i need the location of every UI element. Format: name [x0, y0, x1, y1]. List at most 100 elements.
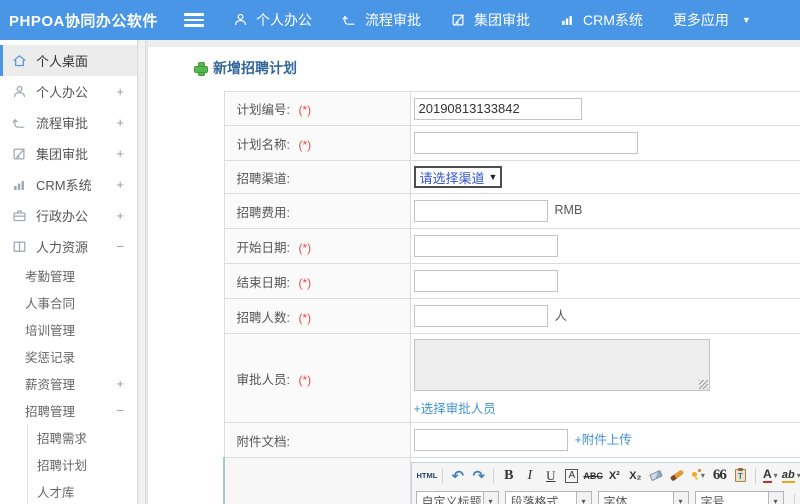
channel-select[interactable]: 请选择渠道 ▼ — [413, 166, 503, 188]
headcount-unit: 人 — [554, 308, 568, 323]
process-icon — [12, 115, 27, 130]
sidebar-item-label: 招聘需求 — [37, 432, 88, 446]
sidebar-item-label: 集团审批 — [36, 147, 89, 162]
end-date-label: 结束日期: — [236, 275, 290, 290]
main-panel: 新增招聘计划 计划编号: (*) 计划名称: (*) 招聘渠道: — [147, 40, 800, 504]
plan-no-label: 计划编号: — [236, 103, 290, 117]
italic-button[interactable]: I — [520, 466, 539, 486]
font-size-select-arrow[interactable]: ▾ — [768, 491, 784, 504]
page-title-text: 新增招聘计划 — [213, 60, 297, 76]
sidebar-item-CRM系统[interactable]: CRM系统 + — [0, 169, 137, 200]
font-color-button[interactable]: A ▾ — [761, 466, 780, 486]
superscript-button[interactable]: X² — [605, 466, 624, 486]
sidebar-item-培训管理[interactable]: 培训管理 — [0, 316, 137, 343]
resize-handle[interactable] — [698, 380, 708, 389]
plan-no-input[interactable] — [413, 97, 582, 120]
required-mark: (*) — [298, 310, 312, 325]
paragraph-format-select[interactable]: 段落格式 — [504, 491, 577, 504]
start-date-input[interactable] — [413, 235, 558, 257]
required-mark: (*) — [298, 240, 312, 255]
undo-button[interactable]: ↶ — [448, 466, 467, 486]
topnav-item-更多应用[interactable]: 更多应用 ▼ — [658, 0, 766, 40]
collapse-icon: − — [116, 403, 124, 418]
custom-heading-select-arrow[interactable]: ▾ — [483, 491, 499, 504]
collapse-icon: − — [116, 239, 124, 254]
topnav-item-label: 更多应用 — [672, 12, 729, 28]
sidebar-item-考勤管理[interactable]: 考勤管理 — [0, 262, 137, 289]
sidebar-item-个人办公[interactable]: 个人办公 + — [0, 76, 137, 107]
html-source-button[interactable]: HTML — [417, 466, 438, 486]
topnav-item-label: 集团审批 — [474, 12, 530, 28]
font-family-select-arrow[interactable]: ▾ — [673, 491, 689, 504]
sidebar-item-个人桌面[interactable]: 个人桌面 — [0, 45, 137, 76]
sidebar-item-label: 招聘计划 — [37, 459, 88, 473]
paintbrush-button[interactable] — [668, 466, 687, 486]
custom-heading-select[interactable]: 自定义标题 — [415, 491, 484, 504]
toolbar-separator — [442, 467, 444, 484]
user-icon — [12, 84, 27, 99]
sidebar-item-label: CRM系统 — [36, 178, 92, 193]
sidebar-scrollbar[interactable] — [139, 40, 146, 504]
expand-icon: + — [116, 208, 124, 223]
eraser-button[interactable] — [647, 466, 666, 486]
paragraph-format-select-arrow[interactable]: ▾ — [576, 491, 592, 504]
topnav-item-CRM系统[interactable]: CRM系统 — [545, 0, 658, 40]
form-row-attachment: 附件文档: +附件上传 — [223, 422, 800, 458]
topnav-item-集团审批[interactable]: 集团审批 — [436, 0, 545, 40]
subscript-button[interactable]: X₂ — [626, 466, 645, 486]
sidebar-item-招聘管理[interactable]: 招聘管理 − — [0, 397, 137, 424]
sidebar-item-label: 人才库 — [37, 486, 75, 500]
end-date-input[interactable] — [413, 270, 558, 292]
edit-icon — [12, 146, 27, 161]
sidebar-item-label: 考勤管理 — [25, 270, 76, 284]
sidebar-item-行政办公[interactable]: 行政办公 + — [0, 200, 137, 231]
form-row-channel: 招聘渠道: 请选择渠道 ▼ — [223, 160, 800, 194]
sidebar-item-流程审批[interactable]: 流程审批 + — [0, 107, 137, 138]
start-date-label: 开始日期: — [236, 240, 290, 255]
paste-button[interactable] — [731, 466, 750, 486]
topnav-item-流程审批[interactable]: 流程审批 — [327, 0, 436, 40]
bold-button[interactable]: B — [499, 466, 518, 486]
process-icon — [342, 12, 358, 28]
redo-button[interactable]: ↷ — [469, 466, 488, 486]
sidebar-item-人才库[interactable]: 人才库 — [27, 478, 137, 504]
sidebar-item-人事合同[interactable]: 人事合同 — [0, 289, 137, 316]
form-row-plan-name: 计划名称: (*) — [223, 125, 800, 161]
topnav-item-个人办公[interactable]: 个人办公 — [218, 0, 327, 40]
sidebar-item-奖惩记录[interactable]: 奖惩记录 — [0, 343, 137, 370]
edit-icon — [451, 12, 467, 28]
expand-icon: + — [116, 115, 124, 130]
topnav-item-label: 个人办公 — [256, 12, 312, 28]
menu-toggle-icon[interactable] — [184, 13, 204, 27]
plan-name-label: 计划名称: — [236, 137, 290, 152]
sidebar-item-薪资管理[interactable]: 薪资管理 + — [0, 370, 137, 397]
strikethrough-button[interactable]: ABC — [583, 466, 603, 486]
format-painter-icon — [691, 472, 697, 477]
underline-button[interactable]: U — [541, 466, 560, 486]
sidebar-item-label: 个人桌面 — [36, 54, 89, 69]
blockquote-button[interactable]: 66 — [710, 466, 729, 486]
approvers-textarea[interactable] — [413, 339, 710, 391]
plan-name-input[interactable] — [413, 132, 638, 154]
highlight-color-button[interactable]: ab ▾ — [781, 466, 800, 486]
topnav: 个人办公 流程审批 集团审批 CRM系统 更多应用 ▼ — [218, 0, 766, 40]
attachment-input[interactable] — [413, 429, 568, 452]
topnav-item-label: 流程审批 — [365, 12, 421, 28]
fee-input[interactable] — [413, 200, 548, 222]
attachment-upload-link[interactable]: +附件上传 — [575, 433, 632, 447]
font-family-select[interactable]: 字体 — [597, 491, 674, 504]
sidebar-item-集团审批[interactable]: 集团审批 + — [0, 138, 137, 169]
font-box-button[interactable]: A — [562, 466, 581, 486]
toolbar-separator — [493, 467, 495, 484]
sidebar-item-招聘计划[interactable]: 招聘计划 — [27, 451, 137, 478]
sidebar-item-招聘需求[interactable]: 招聘需求 — [27, 424, 137, 451]
sidebar-item-人力资源[interactable]: 人力资源 − — [0, 231, 137, 262]
required-mark: (*) — [298, 103, 312, 117]
choose-approvers-link[interactable]: +选择审批人员 — [414, 402, 496, 416]
font-size-select[interactable]: 字号 — [694, 491, 769, 504]
topbar: PHPOA协同办公软件 个人办公 流程审批 集团审批 CRM系统 更多应用 ▼ — [0, 0, 800, 40]
sidebar-item-label: 培训管理 — [25, 324, 76, 338]
paintbrush-icon — [670, 469, 685, 482]
format-painter-button[interactable]: ▾ — [689, 466, 708, 486]
headcount-input[interactable] — [413, 305, 548, 328]
